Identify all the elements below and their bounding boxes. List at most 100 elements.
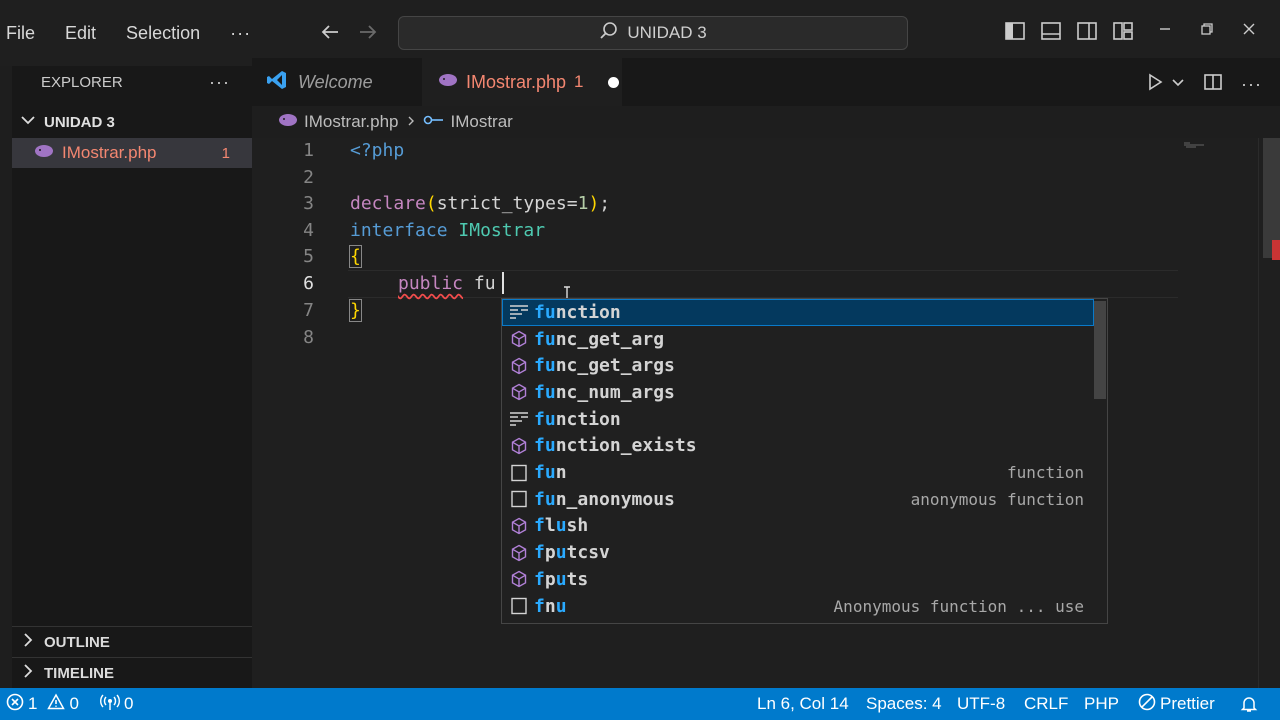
suggestion-item[interactable]: func_get_arg <box>502 326 1094 353</box>
menu-edit[interactable]: Edit <box>43 0 104 66</box>
method-cube-icon <box>508 381 530 403</box>
status-bar: 1 0 0 Ln 6, Col 14 Spaces: 4 UTF-8 CRLF … <box>0 688 1280 720</box>
line-number: 7 <box>303 300 314 321</box>
declare-value: 1 <box>577 193 589 214</box>
back-arrow-icon[interactable] <box>318 20 342 49</box>
suggestion-item[interactable]: fnu Anonymous function ... use <box>502 593 1094 620</box>
split-editor-icon[interactable] <box>1203 72 1223 97</box>
warning-icon <box>47 692 66 716</box>
customize-layout-icon[interactable] <box>1112 20 1134 47</box>
declare-arg: strict_types= <box>436 193 578 214</box>
explorer-more-button[interactable]: ··· <box>209 72 230 93</box>
explorer-sidebar: EXPLORER ··· UNIDAD 3 IMostrar.php 1 OUT… <box>12 66 252 688</box>
menu-more[interactable]: ··· <box>208 0 259 66</box>
breadcrumb-symbol[interactable]: IMostrar <box>451 112 513 132</box>
suggestion-item[interactable]: fun function <box>502 459 1094 486</box>
line-endings[interactable]: CRLF <box>1024 688 1068 720</box>
interface-symbol-icon <box>423 112 445 132</box>
prettier-icon <box>1138 693 1156 716</box>
suggestion-label: func_get_arg <box>534 328 665 350</box>
text-cursor <box>502 272 504 294</box>
language-mode[interactable]: PHP <box>1084 688 1119 720</box>
method-cube-icon <box>508 515 530 537</box>
snippet-icon <box>508 408 530 430</box>
minimap[interactable] <box>1184 142 1208 148</box>
suggestion-label: fputcsv <box>534 542 610 564</box>
file-item-imostrar[interactable]: IMostrar.php 1 <box>12 138 252 168</box>
suggestion-scrollbar-thumb[interactable] <box>1094 301 1106 399</box>
indentation[interactable]: Spaces: 4 <box>866 688 942 720</box>
tab-imostrar[interactable]: IMostrar.php 1 <box>422 58 622 106</box>
vscode-logo-icon <box>266 69 288 96</box>
ports-count: 0 <box>124 694 134 713</box>
menu-file[interactable]: File <box>0 0 43 66</box>
menu-selection[interactable]: Selection <box>104 0 208 66</box>
problems-indicator[interactable]: 1 0 <box>6 688 79 720</box>
line-number: 2 <box>303 167 314 188</box>
more-actions-icon[interactable]: ··· <box>1241 74 1262 95</box>
minimize-icon[interactable] <box>1158 20 1172 41</box>
suggestion-label: function_exists <box>534 435 697 457</box>
run-icon[interactable] <box>1145 72 1165 97</box>
divider <box>12 626 252 627</box>
toggle-secondary-sidebar-icon[interactable] <box>1076 20 1098 47</box>
suggestion-item[interactable]: fputcsv <box>502 539 1094 566</box>
close-icon[interactable] <box>1242 20 1256 41</box>
notifications-bell-icon[interactable] <box>1240 688 1258 720</box>
line-number: 4 <box>303 220 314 241</box>
outline-section[interactable]: OUTLINE <box>20 632 110 652</box>
interface-name: IMostrar <box>458 220 546 241</box>
command-center-label: UNIDAD 3 <box>627 23 707 42</box>
code-line-3: declare(strict_types=1); <box>350 193 610 214</box>
suggestion-item[interactable]: func_get_args <box>502 352 1094 379</box>
tab-welcome-label: Welcome <box>298 71 373 92</box>
cursor-position[interactable]: Ln 6, Col 14 <box>757 688 849 720</box>
chevron-down-icon[interactable] <box>1171 75 1185 94</box>
brace-close: } <box>349 299 362 322</box>
php-open-tag: <?php <box>350 140 405 161</box>
suggestion-scrollbar[interactable] <box>1093 299 1107 623</box>
php-elephant-icon <box>438 73 458 92</box>
line-number: 1 <box>303 140 314 161</box>
suggestion-item[interactable]: fun_anonymous anonymous function <box>502 486 1094 513</box>
timeline-section[interactable]: TIMELINE <box>20 663 114 683</box>
command-center-search[interactable]: UNIDAD 3 <box>398 16 908 50</box>
unsaved-dot-icon[interactable] <box>607 76 619 88</box>
breadcrumb-file[interactable]: IMostrar.php <box>304 112 399 132</box>
tab-welcome[interactable]: Welcome <box>252 58 420 106</box>
vertical-scrollbar[interactable] <box>1258 138 1280 688</box>
suggestion-item[interactable]: function <box>502 406 1094 433</box>
suggestion-item[interactable]: function <box>502 299 1094 326</box>
suggestion-item[interactable]: flush <box>502 513 1094 540</box>
prettier-status[interactable]: Prettier <box>1138 688 1215 720</box>
suggestion-label: function <box>534 408 621 430</box>
line-number: 3 <box>303 193 314 214</box>
explorer-title: EXPLORER <box>41 73 123 91</box>
code-line-4: interface IMostrar <box>350 220 545 241</box>
toggle-panel-icon[interactable] <box>1040 20 1062 47</box>
folder-unidad-3[interactable]: UNIDAD 3 <box>20 112 115 132</box>
divider <box>12 657 252 658</box>
search-icon <box>599 21 619 46</box>
error-count: 1 <box>28 694 38 713</box>
suggestion-item[interactable]: func_num_args <box>502 379 1094 406</box>
layout-controls <box>1004 20 1134 47</box>
tab-problem-count: 1 <box>574 72 584 91</box>
explorer-header: EXPLORER ··· <box>12 66 252 98</box>
ports-indicator[interactable]: 0 <box>100 688 133 720</box>
method-cube-icon <box>508 355 530 377</box>
encoding[interactable]: UTF-8 <box>957 688 1005 720</box>
square-snippet-icon <box>508 462 530 484</box>
suggestion-item[interactable]: function_exists <box>502 433 1094 460</box>
restore-icon[interactable] <box>1200 20 1214 41</box>
semicolon: ; <box>599 193 611 214</box>
forward-arrow-icon[interactable] <box>356 20 380 49</box>
code-line-6: public fu <box>398 273 496 294</box>
paren-close: ) <box>588 193 600 214</box>
suggestion-label: fun_anonymous <box>534 488 675 510</box>
suggestion-label: func_get_args <box>534 355 675 377</box>
suggestion-item[interactable]: fputs <box>502 566 1094 593</box>
autocomplete-suggestions: function func_get_arg func_get_args func_nu… <box>501 298 1108 624</box>
suggestion-label: fnu <box>534 595 567 617</box>
toggle-primary-sidebar-icon[interactable] <box>1004 20 1026 47</box>
